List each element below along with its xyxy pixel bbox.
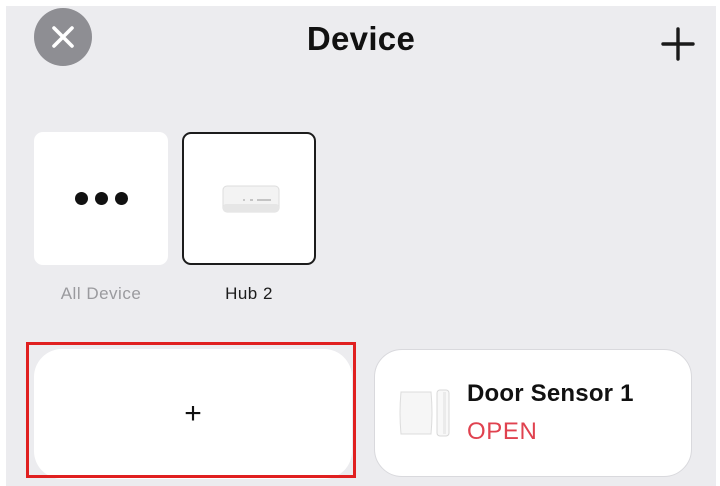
door-sensor-card[interactable]: Door Sensor 1 OPEN [374, 349, 692, 477]
hub-device-icon [222, 185, 280, 213]
sensor-status: OPEN [467, 418, 538, 445]
page-title: Device [306, 20, 416, 57]
add-device-button[interactable] [660, 26, 696, 62]
device-screen: Device All Device Hub 2 + Door Sensor 1 … [0, 0, 720, 486]
sensor-name: Door Sensor 1 [467, 380, 634, 407]
plus-icon [661, 27, 695, 61]
add-card-label: + [184, 397, 202, 430]
door-sensor-icon [399, 389, 450, 437]
add-card-button[interactable]: + [34, 349, 352, 479]
all-device-tile[interactable] [34, 132, 168, 265]
hub-2-label: Hub 2 [225, 284, 273, 303]
hub-2-tile[interactable] [182, 132, 316, 265]
more-dots-icon [34, 132, 168, 265]
all-device-label: All Device [60, 284, 142, 303]
device-panel: Device All Device Hub 2 + Door Sensor 1 … [6, 6, 716, 486]
